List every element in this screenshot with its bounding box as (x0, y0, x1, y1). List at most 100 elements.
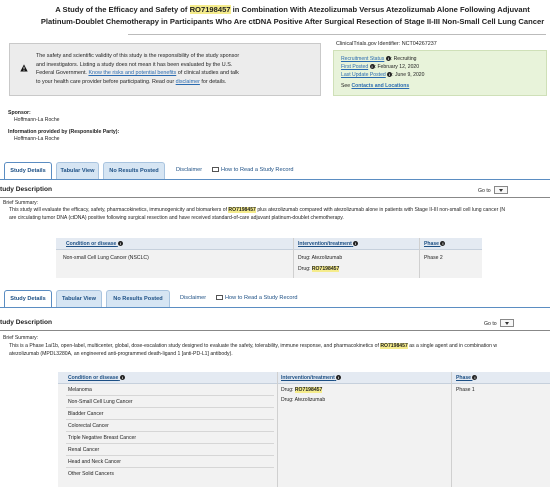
risks-benefits-link[interactable]: Know the risks and potential benefits (88, 70, 176, 76)
column-divider (419, 238, 420, 278)
drug-highlight: RO7198457 (294, 387, 323, 393)
responsible-party-label: Information provided by (Responsible Par… (8, 129, 120, 135)
contacts-locations-link[interactable]: Contacts and Locations (351, 83, 409, 89)
tab-tabular-view[interactable]: Tabular View (56, 290, 102, 307)
study-title: A Study of the Efficacy and Safety of RO… (40, 4, 545, 28)
tab-no-results[interactable]: No Results Posted (106, 290, 170, 307)
condition-cell: Other Solid Cancers (68, 471, 114, 477)
title-text-2: in Combination With Atezolizumab Versus … (230, 5, 530, 14)
disclaimer-line: Federal Government. (36, 70, 89, 77)
row-divider (66, 443, 274, 444)
disclaimer-line: of clinical studies and talk (176, 70, 239, 77)
column-divider (277, 372, 278, 487)
study-identifier: ClinicalTrials.gov Identifier: NCT042672… (336, 41, 437, 47)
th-intervention[interactable]: Intervention/treatment i (281, 372, 342, 384)
disclaimer-line: to your health care provider before part… (36, 78, 176, 85)
brief-text: This is a Phase 1a/1b, open-label, multi… (9, 343, 381, 349)
intervention-cell: Drug: Atezolizumab (298, 255, 343, 261)
last-update-value: : June 9, 2020 (392, 72, 425, 78)
th-phase[interactable]: Phase i (424, 238, 446, 250)
th-intervention-label: Intervention/treatment (281, 375, 335, 381)
intervention-cell: Drug: RO7198457 (298, 265, 340, 273)
brief-text-2: plus atezolizumab compared with atezoliz… (255, 207, 506, 213)
how-to-read-label: How to Read a Study Record (221, 167, 294, 173)
goto-label: Go to (484, 321, 497, 327)
warning-icon (20, 64, 28, 72)
sponsor-label: Sponsor: (8, 110, 31, 116)
responsible-party-value: Hoffmann-La Roche (14, 136, 60, 142)
first-posted-link[interactable]: First Posted (341, 64, 368, 70)
brief-summary-text: This study will evaluate the efficacy, s… (9, 207, 550, 215)
info-icon[interactable]: i (117, 241, 123, 246)
row-divider (66, 467, 274, 468)
tab-disclaimer[interactable]: Disclaimer (180, 290, 206, 306)
phase-cell: Phase 2 (424, 255, 443, 261)
last-update: Last Update Posted i: June 9, 2020 (341, 72, 424, 78)
recruitment-status: Recruitment Status i: Recruiting (341, 56, 417, 62)
th-intervention-label: Intervention/treatment (298, 241, 352, 247)
th-condition[interactable]: Condition or disease i (68, 372, 125, 384)
row-divider (66, 455, 274, 456)
tab-disclaimer[interactable]: Disclaimer (176, 162, 202, 178)
how-to-read-link[interactable]: How to Read a Study Record (212, 162, 293, 178)
title-line-2: Platinum-Doublet Chemotherapy in Partici… (40, 17, 545, 26)
tab-study-details[interactable]: Study Details (4, 290, 52, 307)
title-text: A Study of the Efficacy and Safety of (55, 5, 190, 14)
disclaimer-line: The safety and scientific validity of th… (36, 53, 240, 59)
section-rule (0, 197, 550, 198)
last-update-link[interactable]: Last Update Posted (341, 72, 386, 78)
th-condition[interactable]: Condition or disease i (66, 238, 123, 250)
disclaimer-line: and investigators. Listing a study does … (36, 61, 233, 68)
section-heading: tudy Description (0, 319, 53, 326)
condition-cell: Non-Small Cell Lung Cancer (68, 399, 133, 405)
row-divider (66, 431, 274, 432)
th-phase[interactable]: Phase i (456, 372, 478, 384)
info-icon[interactable]: i (472, 375, 478, 380)
tab-study-details[interactable]: Study Details (4, 162, 52, 179)
sponsor-value: Hoffmann-La Roche (14, 117, 60, 123)
th-intervention[interactable]: Intervention/treatment i (298, 238, 359, 250)
condition-cell: Triple Negative Breast Cancer (68, 435, 137, 441)
recruitment-status-link[interactable]: Recruitment Status (341, 56, 384, 62)
brief-summary-line-2: are circulating tumor DNA (ctDNA) positi… (9, 215, 344, 221)
condition-cell: Head and Neck Cancer (68, 459, 121, 465)
how-to-read-link[interactable]: How to Read a Study Record (216, 290, 297, 306)
brief-text-2: as a single agent and in combination w (407, 343, 497, 349)
tab-underline (0, 307, 550, 308)
goto-control: Go to (478, 186, 508, 194)
brief-summary-text: This is a Phase 1a/1b, open-label, multi… (9, 343, 550, 351)
th-phase-label: Phase (456, 375, 472, 381)
condition-cell: Melanoma (68, 387, 92, 393)
tab-tabular-view[interactable]: Tabular View (56, 162, 99, 179)
brief-highlight: RO7198457 (380, 343, 408, 349)
book-icon (212, 167, 219, 172)
tab-no-results[interactable]: No Results Posted (103, 162, 165, 179)
drug-highlight: RO7198457 (311, 266, 340, 272)
column-divider (451, 372, 452, 487)
tab-bar-2: Study Details Tabular View No Results Po… (0, 290, 550, 308)
brief-highlight: RO7198457 (228, 207, 256, 213)
goto-dropdown-button[interactable] (493, 186, 508, 194)
first-posted: First Posted i: February 12, 2020 (341, 64, 419, 70)
info-icon[interactable]: i (119, 375, 125, 380)
drug-prefix: Drug: (298, 266, 312, 272)
disclaimer-text: The safety and scientific validity of th… (36, 52, 314, 86)
condition-cell: Colorectal Cancer (68, 423, 109, 429)
intervention-cell: Drug: RO7198457 (281, 386, 323, 394)
section-rule (0, 330, 550, 331)
disclaimer-link[interactable]: disclaimer (176, 79, 200, 85)
book-icon (216, 295, 223, 300)
th-condition-label: Condition or disease (66, 241, 117, 247)
condition-cell: Bladder Cancer (68, 411, 104, 417)
condition-cell: Renal Cancer (68, 447, 100, 453)
row-divider (66, 419, 274, 420)
info-icon[interactable]: i (353, 241, 359, 246)
info-icon[interactable]: i (440, 241, 446, 246)
drug-prefix: Drug: (281, 387, 295, 393)
see-text: See (341, 83, 352, 89)
goto-label: Go to (478, 188, 491, 194)
tab-underline (0, 179, 550, 180)
info-icon[interactable]: i (336, 375, 342, 380)
column-divider (293, 238, 294, 278)
goto-dropdown-button[interactable] (499, 319, 514, 327)
